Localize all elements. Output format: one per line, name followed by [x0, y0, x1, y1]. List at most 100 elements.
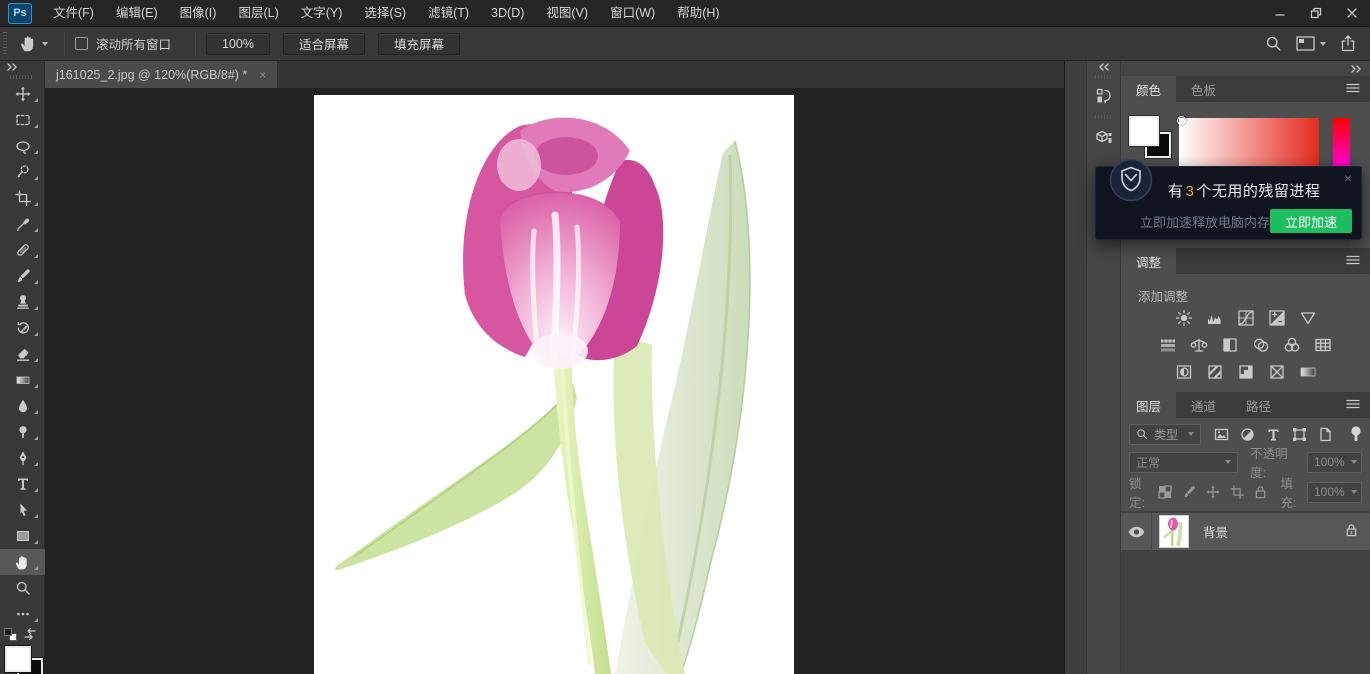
layer-filter-dropdown[interactable]: 类型 — [1129, 424, 1201, 445]
boost-now-button[interactable]: 立即加速 — [1270, 209, 1352, 233]
invert-button[interactable] — [1173, 362, 1195, 382]
tool-rectangular-marquee[interactable] — [0, 107, 45, 133]
canvas-image[interactable] — [314, 95, 794, 674]
restore-button[interactable] — [1298, 0, 1334, 27]
search-icon[interactable] — [1265, 35, 1282, 52]
tool-dodge[interactable] — [0, 419, 45, 445]
minimize-button[interactable] — [1262, 0, 1298, 27]
filter-pin-icon[interactable] — [1350, 426, 1362, 442]
close-button[interactable] — [1334, 0, 1370, 27]
panel-menu-button[interactable] — [1346, 398, 1370, 412]
tab-paths[interactable]: 路径 — [1231, 392, 1286, 418]
foreground-color-swatch[interactable] — [5, 646, 31, 672]
layer-row-background[interactable]: 背景 — [1121, 513, 1370, 550]
menu-edit[interactable]: 编辑(E) — [105, 0, 169, 27]
tool-more[interactable] — [0, 601, 45, 627]
gradient-map-button[interactable] — [1297, 362, 1319, 382]
tab-adjustments[interactable]: 调整 — [1121, 248, 1176, 274]
tool-eraser[interactable] — [0, 341, 45, 367]
current-tool-preset[interactable] — [13, 34, 54, 53]
workspace-switcher[interactable] — [1296, 36, 1326, 51]
photo-filter-button[interactable] — [1250, 335, 1272, 355]
tool-quick-selection[interactable] — [0, 159, 45, 185]
menu-file[interactable]: 文件(F) — [42, 0, 105, 27]
menu-filter[interactable]: 滤镜(T) — [417, 0, 480, 27]
filter-pixel-layer-icon[interactable] — [1214, 427, 1229, 442]
zoom-100-button[interactable]: 100% — [206, 33, 270, 55]
popup-close-icon[interactable]: × — [1344, 170, 1352, 186]
tab-channels[interactable]: 通道 — [1176, 392, 1231, 418]
opacity-dropdown[interactable]: 100% — [1307, 452, 1362, 473]
filter-type-layer-icon[interactable] — [1266, 427, 1281, 442]
collapse-dock-button[interactable] — [1087, 61, 1120, 73]
history-panel-button[interactable] — [1087, 81, 1121, 111]
default-colors-button[interactable] — [4, 628, 18, 642]
foreground-color-swatch[interactable] — [1129, 116, 1159, 146]
tab-swatches[interactable]: 色板 — [1176, 76, 1231, 102]
swap-colors-icon[interactable] — [22, 626, 38, 642]
tool-clone-stamp[interactable] — [0, 289, 45, 315]
layer-thumbnail[interactable] — [1159, 515, 1189, 548]
tool-pen[interactable] — [0, 445, 45, 471]
levels-button[interactable] — [1204, 308, 1226, 328]
menu-view[interactable]: 视图(V) — [535, 0, 599, 27]
panel-menu-button[interactable] — [1346, 254, 1370, 268]
pasteboard[interactable] — [45, 88, 1064, 674]
lock-position-icon[interactable] — [1206, 485, 1220, 499]
tool-move[interactable] — [0, 81, 45, 107]
tab-layers[interactable]: 图层 — [1121, 392, 1176, 418]
lock-all-icon[interactable] — [1254, 485, 1267, 499]
tool-type[interactable] — [0, 471, 45, 497]
color-balance-button[interactable] — [1188, 335, 1210, 355]
tool-lasso[interactable] — [0, 133, 45, 159]
exposure-button[interactable] — [1266, 308, 1288, 328]
menu-window[interactable]: 窗口(W) — [599, 0, 666, 27]
3d-panel-button[interactable] — [1087, 123, 1121, 153]
menu-select[interactable]: 选择(S) — [353, 0, 417, 27]
curves-button[interactable] — [1235, 308, 1257, 328]
tool-crop[interactable] — [0, 185, 45, 211]
toolbar-expand[interactable] — [0, 61, 44, 73]
tool-gradient[interactable] — [0, 367, 45, 393]
lock-artboard-icon[interactable] — [1230, 485, 1244, 499]
channel-mixer-button[interactable] — [1281, 335, 1303, 355]
lock-transparent-icon[interactable] — [1158, 485, 1172, 499]
tool-blur[interactable] — [0, 393, 45, 419]
tool-history-brush[interactable] — [0, 315, 45, 341]
tab-color[interactable]: 颜色 — [1121, 76, 1176, 102]
menu-image[interactable]: 图像(I) — [169, 0, 228, 27]
tab-close-icon[interactable]: × — [259, 68, 266, 82]
layer-visibility-toggle[interactable] — [1121, 513, 1152, 550]
tool-eyedropper[interactable] — [0, 211, 45, 237]
menu-help[interactable]: 帮助(H) — [666, 0, 730, 27]
tool-brush[interactable] — [0, 263, 45, 289]
scroll-all-windows-checkbox[interactable] — [75, 37, 88, 50]
document-tab[interactable]: j161025_2.jpg @ 120%(RGB/8#) * × — [45, 61, 277, 88]
fill-dropdown[interactable]: 100% — [1307, 482, 1362, 503]
panel-menu-button[interactable] — [1346, 82, 1370, 96]
lock-pixels-icon[interactable] — [1182, 485, 1196, 499]
filter-smart-object-icon[interactable] — [1318, 427, 1333, 442]
posterize-button[interactable] — [1204, 362, 1226, 382]
filter-adjustment-layer-icon[interactable] — [1240, 427, 1255, 442]
dock-edge[interactable] — [1064, 61, 1086, 674]
share-icon[interactable] — [1340, 35, 1356, 52]
tool-path-selection[interactable] — [0, 497, 45, 523]
brightness-contrast-button[interactable] — [1173, 308, 1195, 328]
tool-hand[interactable] — [0, 549, 45, 575]
fit-screen-button[interactable]: 适合屏幕 — [283, 33, 365, 55]
black-white-button[interactable] — [1219, 335, 1241, 355]
blend-mode-dropdown[interactable]: 正常 — [1129, 452, 1238, 473]
menu-3d[interactable]: 3D(D) — [480, 0, 535, 27]
hue-saturation-button[interactable] — [1157, 335, 1179, 355]
menu-type[interactable]: 文字(Y) — [290, 0, 354, 27]
vibrance-button[interactable] — [1297, 308, 1319, 328]
threshold-button[interactable] — [1235, 362, 1257, 382]
color-marker[interactable] — [1177, 116, 1186, 125]
dock-header[interactable] — [1121, 61, 1370, 76]
color-lookup-button[interactable] — [1312, 335, 1334, 355]
tool-rectangle[interactable] — [0, 523, 45, 549]
tool-spot-healing-brush[interactable] — [0, 237, 45, 263]
filter-shape-layer-icon[interactable] — [1292, 427, 1307, 442]
tool-zoom[interactable] — [0, 575, 45, 601]
